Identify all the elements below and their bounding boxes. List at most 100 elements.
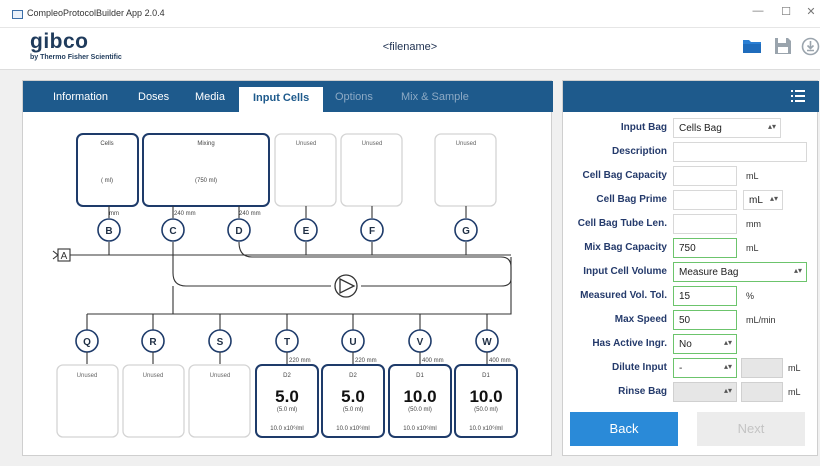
bottom-bag-t[interactable]: D2 5.0 (5.0 ml) 10.0 x10⁶/ml — [255, 364, 319, 438]
bag-title: Unused — [210, 373, 231, 379]
open-folder-icon[interactable] — [742, 37, 762, 55]
dose-volume: (5.0 ml) — [343, 407, 363, 413]
port-label: R — [149, 337, 157, 348]
has-active-ingr-select[interactable]: No ▴▾ — [673, 334, 737, 354]
protocol-panel: Information Doses Media Input Cells Opti… — [22, 80, 553, 456]
bag-title: Unused — [77, 373, 98, 379]
manifold-lines — [70, 241, 512, 330]
dilute-input-value: - — [679, 363, 683, 374]
chevron-down-icon: ▴▾ — [723, 338, 732, 347]
bottom-bag-s[interactable]: Unused — [188, 364, 251, 438]
input-cell-volume-select[interactable]: Measure Bag ▴▾ — [673, 262, 807, 282]
cell-bag-tube-len-label: Cell Bag Tube Len. — [577, 218, 667, 229]
cell-bag-capacity-field[interactable] — [673, 166, 737, 186]
dose-value: 5.0 — [341, 387, 365, 406]
dilute-input-label: Dilute Input — [612, 362, 667, 373]
port-label: C — [169, 226, 176, 237]
port-u[interactable]: U — [341, 329, 365, 353]
settings-panel: Input Bag Cells Bag ▴▾ Description Cell … — [562, 80, 819, 456]
port-s[interactable]: S — [208, 329, 232, 353]
cell-bag-capacity-label: Cell Bag Capacity — [582, 170, 667, 181]
row-max-speed: Max Speed 50 mL/min — [563, 310, 819, 332]
rinse-bag-select: ▴▾ — [673, 382, 737, 402]
port-w[interactable]: W — [475, 329, 499, 353]
tab-bar: Information Doses Media Input Cells Opti… — [23, 81, 553, 112]
port-a[interactable]: A — [52, 248, 71, 262]
tab-doses[interactable]: Doses — [138, 91, 169, 103]
cell-bag-prime-unit-select[interactable]: mL ▴▾ — [743, 190, 783, 210]
port-e[interactable]: E — [294, 218, 318, 242]
port-f[interactable]: F — [360, 218, 384, 242]
dose-value: 10.0 — [403, 387, 436, 406]
app-header: gibco by Thermo Fisher Scientific <filen… — [0, 28, 820, 70]
bottom-bag-v[interactable]: D1 10.0 (50.0 ml) 10.0 x10⁶/ml — [388, 364, 452, 438]
port-r[interactable]: R — [141, 329, 165, 353]
tube-length-t: 220 mm — [289, 358, 311, 364]
measured-vol-tol-field[interactable]: 15 — [673, 286, 737, 306]
bottom-bag-q[interactable]: Unused — [56, 364, 119, 438]
mix-bag-capacity-field[interactable]: 750 — [673, 238, 737, 258]
port-d[interactable]: D — [227, 218, 251, 242]
top-bag-e[interactable]: Unused — [340, 133, 403, 207]
cell-bag-tube-len-field[interactable] — [673, 214, 737, 234]
list-menu-icon[interactable] — [791, 90, 805, 102]
dilute-input-select[interactable]: - ▴▾ — [673, 358, 737, 378]
minimize-button[interactable]: — — [748, 5, 768, 17]
pump-icon — [334, 274, 358, 298]
title-bar: CompleoProtocolBuilder App 2.0.4 — ☐ ✕ — [0, 0, 820, 28]
bottom-bag-u[interactable]: D2 5.0 (5.0 ml) 10.0 x10⁶/ml — [321, 364, 385, 438]
bottom-bag-w[interactable]: D1 10.0 (50.0 ml) 10.0 x10⁶/ml — [454, 364, 518, 438]
top-connectors — [108, 206, 467, 218]
window-title: CompleoProtocolBuilder App 2.0.4 — [27, 8, 165, 18]
chevron-down-icon: ▴▾ — [769, 194, 778, 203]
save-icon[interactable] — [774, 37, 792, 55]
port-b[interactable]: B — [97, 218, 121, 242]
port-label: T — [284, 337, 290, 348]
port-g[interactable]: G — [454, 218, 478, 242]
bag-title: Unused — [456, 141, 477, 147]
bag-title: Unused — [296, 141, 317, 147]
back-button[interactable]: Back — [570, 412, 678, 446]
port-q[interactable]: Q — [75, 329, 99, 353]
tab-input-cells[interactable]: Input Cells — [239, 87, 324, 112]
next-button: Next — [697, 412, 805, 446]
tab-media[interactable]: Media — [195, 91, 225, 103]
max-speed-field[interactable]: 50 — [673, 310, 737, 330]
chevron-down-icon: ▴▾ — [793, 266, 802, 275]
description-field[interactable] — [673, 142, 807, 162]
bag-title: Unused — [362, 141, 383, 147]
top-bag-c[interactable]: Mixing (750 ml) — [142, 133, 270, 207]
filename-label: <filename> — [382, 41, 438, 53]
port-t[interactable]: T — [275, 329, 299, 353]
rinse-bag-label: Rinse Bag — [618, 386, 667, 397]
row-dilute-input: Dilute Input - ▴▾ mL — [563, 358, 819, 380]
max-speed-label: Max Speed — [614, 314, 667, 325]
top-bag-g[interactable]: Unused — [434, 133, 497, 207]
download-icon[interactable] — [801, 37, 820, 56]
tubing-diagram: A Cells ( ml) Mixing (750 ml) Unused Unu… — [52, 133, 518, 438]
port-a-label: A — [61, 251, 68, 262]
port-label: S — [217, 337, 224, 348]
dose-concentration: 10.0 x10⁶/ml — [270, 425, 304, 432]
row-cell-bag-prime: Cell Bag Prime mL ▴▾ — [563, 190, 819, 212]
tab-information[interactable]: Information — [53, 91, 108, 103]
port-v[interactable]: V — [408, 329, 432, 353]
top-bag-b[interactable]: Cells ( ml) — [76, 133, 139, 207]
chevron-down-icon: ▴▾ — [723, 362, 732, 371]
cell-bag-prime-label: Cell Bag Prime — [596, 194, 667, 205]
top-bag-d[interactable]: Unused — [274, 133, 337, 207]
tube-length-w: 400 mm — [489, 358, 511, 364]
bag-title: D1 — [416, 373, 424, 379]
maximize-button[interactable]: ☐ — [776, 5, 796, 18]
cell-bag-prime-field[interactable] — [673, 190, 737, 210]
port-c[interactable]: C — [161, 218, 185, 242]
port-label: E — [303, 226, 310, 237]
port-label: D — [235, 226, 242, 237]
input-cell-volume-label: Input Cell Volume — [583, 266, 667, 277]
dose-concentration: 10.0 x10⁶/ml — [403, 425, 437, 432]
input-bag-select[interactable]: Cells Bag ▴▾ — [673, 118, 781, 138]
bottom-bag-r[interactable]: Unused — [122, 364, 185, 438]
port-label: B — [105, 226, 112, 237]
close-button[interactable]: ✕ — [801, 5, 820, 18]
cell-bag-prime-unit: mL — [749, 195, 763, 206]
